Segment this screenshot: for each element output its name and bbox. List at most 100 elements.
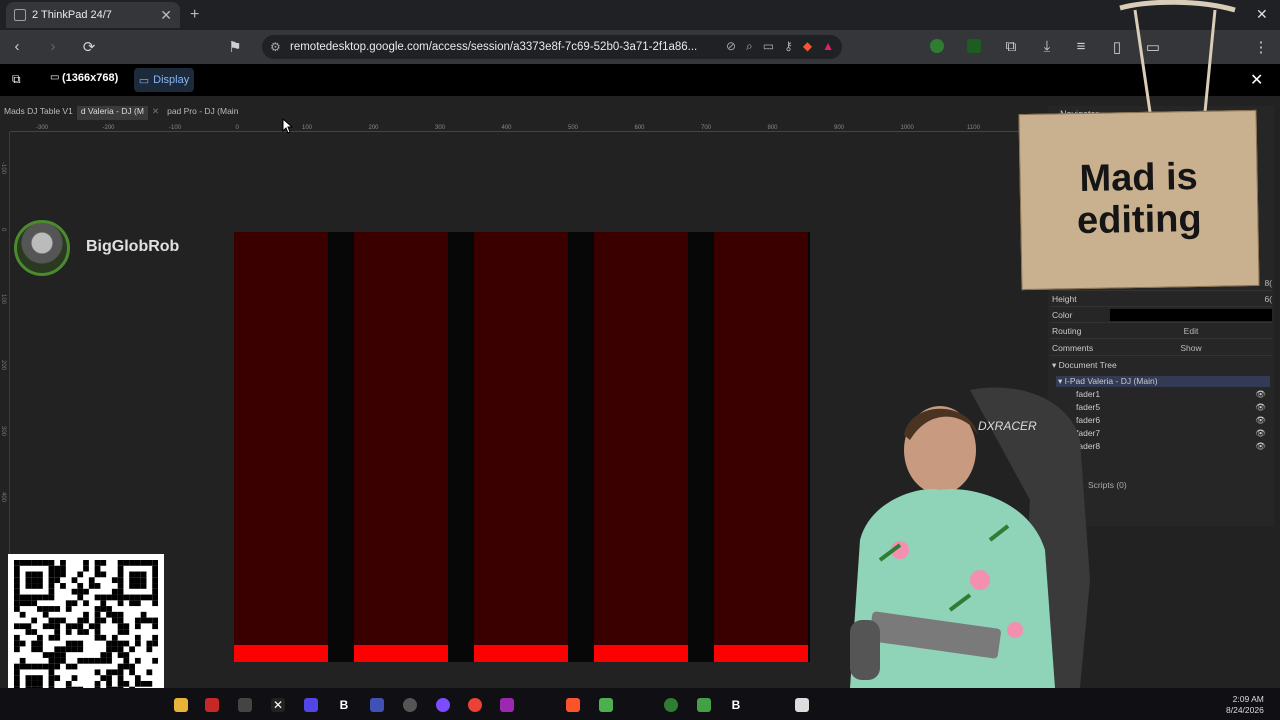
routing-edit-button[interactable]: Edit [1110,326,1272,336]
eye-icon[interactable]: 👁 [1255,415,1266,426]
app-icon[interactable] [205,698,219,712]
qr-module [117,583,124,589]
media-icon[interactable]: ≡ [1072,38,1090,55]
app-icon[interactable] [403,698,417,712]
doc-tab-close-icon[interactable]: ✕ [148,106,163,120]
zoom-icon[interactable]: ⌕ [746,39,753,54]
doc-tab[interactable]: pad Pro - DJ (Main [163,106,242,120]
reload-icon[interactable]: ⟳ [80,38,98,56]
extension-green-icon[interactable] [930,39,944,53]
brave-icon[interactable] [566,698,580,712]
taskbar-clock[interactable]: 2:09 AM 8/24/2026 [1226,694,1264,716]
qr-module [14,640,20,647]
qr-module [25,623,32,630]
fader-fader5[interactable] [354,232,448,662]
menu-icon[interactable]: ⋮ [1252,38,1270,56]
eye-icon[interactable]: 👁 [1255,428,1266,439]
app-icon[interactable] [599,698,613,712]
cast-icon[interactable]: ▭ [763,39,774,54]
brave-shield-icon[interactable]: ◆ [803,39,812,54]
display-button[interactable]: ▭ Display [134,68,194,92]
doc-tab[interactable]: Mads DJ Table V1 [0,106,77,120]
qr-module [140,577,147,584]
fader-fader6[interactable] [474,232,568,662]
qr-module [48,588,55,595]
download-icon[interactable]: ⤓ [1038,38,1056,55]
ruler-tick-label: 400 [502,125,513,131]
app-icon[interactable] [304,698,318,712]
qr-module [54,657,61,664]
browser-tab[interactable]: 2 ThinkPad 24/7 ✕ [6,2,180,28]
qr-module [100,594,107,601]
eye-icon[interactable]: 👁 [1255,389,1266,400]
app-icon[interactable] [500,698,514,712]
qr-module [48,594,55,601]
back-icon[interactable]: ‹ [8,38,26,55]
qr-module [42,560,49,566]
bookmark-icon[interactable]: ⚑ [226,38,244,56]
qr-module [65,640,72,647]
fader-canvas[interactable] [234,232,810,662]
routing-row[interactable]: Routing Edit [1050,323,1272,339]
comments-show-button[interactable]: Show [1110,343,1272,353]
tab-close-icon[interactable]: ✕ [160,7,172,24]
eye-icon[interactable]: 👁 [1255,402,1266,413]
doc-tab-active[interactable]: d Valeria - DJ (M [76,106,148,120]
new-tab-icon[interactable]: + [190,6,199,24]
color-row[interactable]: Color [1050,307,1272,323]
forward-icon[interactable]: › [44,38,62,55]
key-icon[interactable]: ⚷ [784,39,793,54]
chrome-icon[interactable] [468,698,482,712]
clock-time: 2:09 AM [1232,694,1264,704]
qr-module [88,657,95,664]
mute-icon[interactable]: ⊘ [726,39,736,54]
comments-label: Comments [1052,342,1094,353]
fader-fader1[interactable] [234,232,328,662]
qr-module [77,623,84,630]
qr-module [77,640,84,647]
b-app-icon[interactable]: B [337,698,351,712]
height-row[interactable]: Height 6( [1050,291,1272,307]
document-tree-header[interactable]: ▾ Document Tree [1052,360,1270,372]
app-icon[interactable] [697,698,711,712]
qr-module [31,594,38,601]
resolution-label[interactable]: (1366x768) [62,72,118,84]
qr-module [14,600,20,607]
app-icon[interactable] [795,698,809,712]
windows-icon[interactable]: ⧉ [12,72,21,87]
qr-module [117,617,124,624]
address-bar[interactable]: ⚙ remotedesktop.google.com/access/sessio… [262,35,842,59]
qr-module [88,577,95,584]
qr-module [83,617,89,624]
app-icon[interactable] [238,698,252,712]
app-icon[interactable] [370,698,384,712]
qr-module [123,657,130,664]
site-info-icon[interactable]: ⚙ [270,40,281,54]
fader-fader7[interactable] [594,232,688,662]
eye-icon[interactable]: 👁 [1255,441,1266,452]
color-swatch[interactable] [1110,308,1272,321]
comments-row[interactable]: Comments Show [1050,340,1272,356]
qr-module [111,594,118,601]
qr-module [94,617,101,624]
qr-module [83,629,89,635]
qr-module [111,577,118,584]
app-icon[interactable] [664,698,678,712]
extensions-icon[interactable]: ⧉ [1002,38,1020,55]
qr-module [140,583,147,589]
qr-module [129,571,135,578]
rewards-icon[interactable]: ▲ [822,39,834,54]
qr-module [48,657,55,664]
file-explorer-icon[interactable] [174,698,188,712]
qr-module [25,629,32,635]
qr-module [31,640,38,647]
b-app-icon[interactable]: B [729,698,743,712]
extension-remote-icon[interactable] [967,39,981,53]
session-close-icon[interactable]: ✕ [1250,70,1263,90]
fader-level-fill [234,645,328,662]
fader-fader8[interactable] [714,232,808,662]
app-icon[interactable] [436,698,450,712]
qr-module [106,611,112,618]
window-close-icon[interactable]: ✕ [1256,6,1268,23]
x-icon[interactable]: ✕ [271,698,285,712]
